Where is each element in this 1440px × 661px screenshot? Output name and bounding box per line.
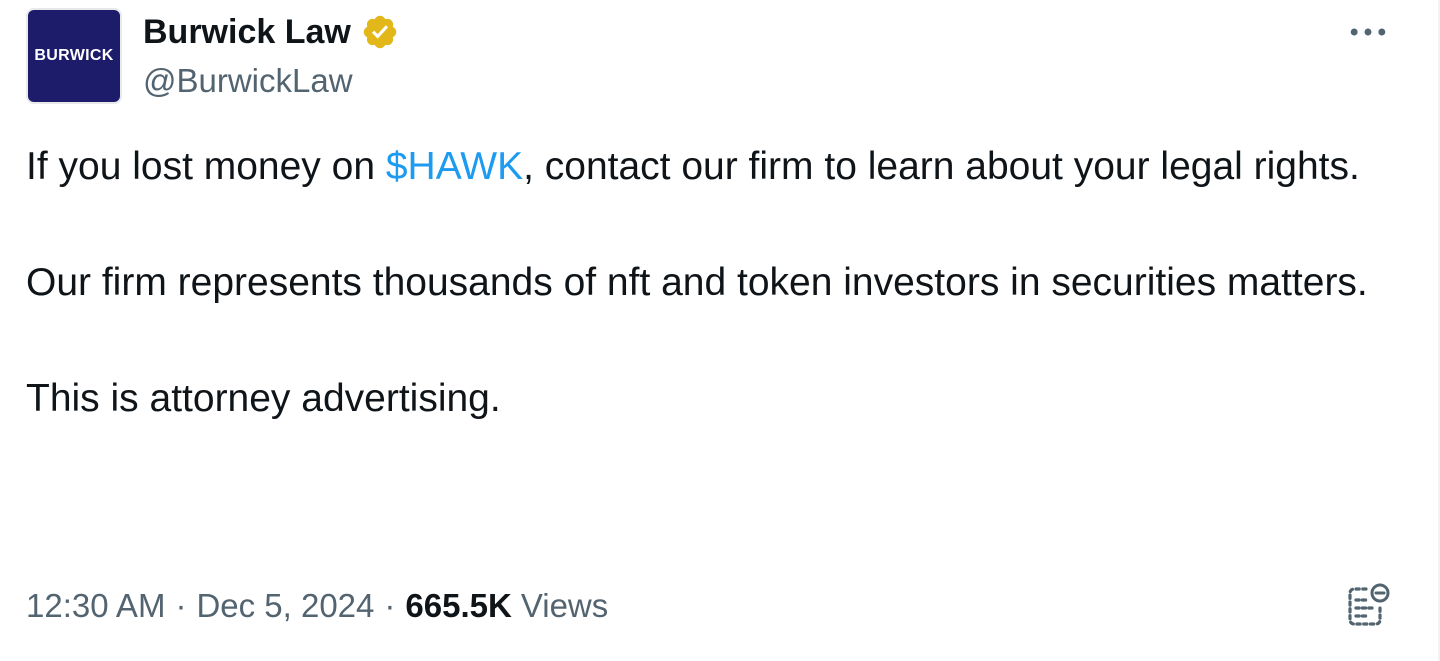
- tweet-text: If you lost money on $HAWK, contact our …: [26, 138, 1416, 428]
- author-name-row: Burwick Law: [143, 12, 399, 52]
- tweet-text-segment: If you lost money on: [26, 145, 386, 188]
- views-label: Views: [520, 587, 609, 624]
- cashtag-link[interactable]: $HAWK: [386, 145, 523, 188]
- display-name[interactable]: Burwick Law: [143, 12, 351, 52]
- avatar-logo: BURWICK: [28, 10, 120, 102]
- tweet-time[interactable]: 12:30 AM: [26, 582, 165, 630]
- tweet-date[interactable]: Dec 5, 2024: [196, 582, 374, 630]
- tweet-text-segment: , contact our firm to learn about your l…: [523, 145, 1360, 188]
- avatar-logo-text: BURWICK: [34, 47, 114, 64]
- meta-separator: ·: [384, 587, 396, 624]
- more-horizontal-icon[interactable]: [1346, 16, 1390, 48]
- avatar[interactable]: BURWICK: [26, 8, 122, 104]
- views-count: 665.5K: [405, 587, 512, 624]
- author-handle[interactable]: @BurwickLaw: [143, 62, 353, 100]
- tweet-card: BURWICK Burwick Law @BurwickLaw If you l…: [0, 0, 1440, 661]
- tweet-paragraph-1: If you lost money on $HAWK, contact our …: [26, 138, 1416, 196]
- tweet-paragraph-2: Our firm represents thousands of nft and…: [26, 261, 1368, 304]
- tweet-meta: 12:30 AM · Dec 5, 2024 · 665.5K Views: [26, 582, 608, 630]
- meta-separator: ·: [175, 587, 187, 624]
- analytics-icon[interactable]: [1342, 580, 1394, 632]
- verified-badge-icon[interactable]: [361, 13, 399, 51]
- tweet-paragraph-3: This is attorney advertising.: [26, 377, 501, 420]
